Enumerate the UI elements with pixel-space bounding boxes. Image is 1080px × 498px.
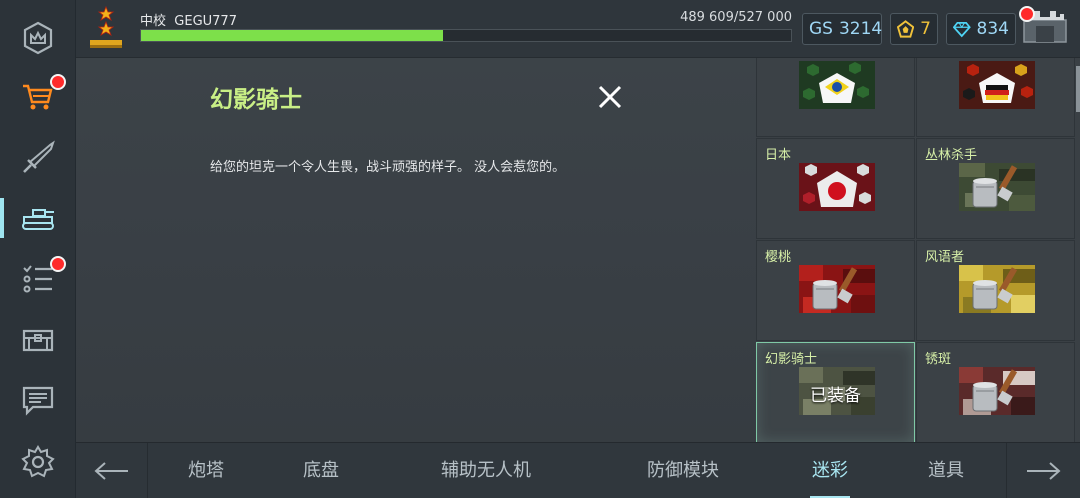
- gem-currency[interactable]: 834: [946, 13, 1016, 45]
- sword-icon: [23, 140, 55, 173]
- item-detail-panel: 幻影骑士 给您的坦克一个令人生畏，战斗顽强的样子。 没人会惹您的。: [76, 58, 756, 442]
- xp-progress-bar: [140, 29, 792, 42]
- windtalker-paint-thumbnail: [959, 265, 1035, 313]
- sidebar-item-tanks[interactable]: [0, 190, 76, 246]
- japan-paint-thumbnail: [799, 163, 875, 211]
- sidebar: [0, 0, 76, 498]
- gs-value: 3214: [838, 19, 883, 39]
- gs-label: GS: [809, 19, 833, 39]
- sidebar-item-weapons[interactable]: [0, 130, 76, 186]
- tab-drone[interactable]: 辅助无人机: [438, 443, 534, 498]
- grid-scrollbar[interactable]: [1076, 66, 1080, 112]
- paint-cell-brazil[interactable]: [756, 58, 915, 137]
- arrow-right-icon: [1026, 462, 1061, 480]
- paint-cell-cherry[interactable]: 樱桃: [756, 240, 915, 341]
- tab-hull[interactable]: 底盘: [301, 443, 341, 498]
- paint-cell-phantom-knight[interactable]: 幻影骑士 已装备: [756, 342, 915, 442]
- paint-cell-windtalker[interactable]: 风语者: [916, 240, 1075, 341]
- garage-button[interactable]: [1019, 6, 1070, 46]
- close-icon: [598, 85, 622, 109]
- brazil-paint-thumbnail: [799, 61, 875, 109]
- rank-label: 中校: [140, 14, 167, 29]
- paint-label: 幻影骑士: [765, 352, 818, 367]
- chat-icon: [22, 386, 54, 416]
- sidebar-item-chat[interactable]: [0, 372, 76, 428]
- item-title: 幻影骑士: [210, 87, 302, 113]
- paint-cell-japan[interactable]: 日本: [756, 138, 915, 239]
- top-bar: 中校 GEGU777 489 609/527 000 GS 3214 7 834: [76, 0, 1080, 58]
- next-tab-button[interactable]: [1006, 443, 1078, 498]
- germany-paint-thumbnail: [959, 61, 1035, 109]
- paint-cell-germany[interactable]: [916, 58, 1075, 137]
- gear-score-display: GS 3214: [802, 13, 882, 45]
- paint-label: 风语者: [925, 250, 965, 265]
- rank-insignia-icon: [90, 5, 122, 48]
- crate-icon: [22, 329, 54, 352]
- close-button[interactable]: [591, 78, 629, 116]
- paint-cell-jungle[interactable]: 丛林杀手: [916, 138, 1075, 239]
- category-tab-bar: 炮塔 底盘 辅助无人机 防御模块 迷彩 道具: [76, 442, 1080, 498]
- paint-label: 丛林杀手: [925, 148, 978, 163]
- rust-paint-thumbnail: [959, 367, 1035, 415]
- xp-progress-fill: [141, 30, 443, 41]
- item-description: 给您的坦克一个令人生畏，战斗顽强的样子。 没人会惹您的。: [210, 160, 566, 175]
- paint-label: 樱桃: [765, 250, 792, 265]
- sidebar-item-containers[interactable]: [0, 312, 76, 368]
- cherry-paint-thumbnail: [799, 265, 875, 313]
- previous-tab-button[interactable]: [76, 443, 148, 498]
- tank-icon: [22, 209, 54, 230]
- gems-value: 834: [976, 19, 1009, 39]
- sidebar-item-missions[interactable]: [0, 250, 76, 306]
- paint-label: 锈斑: [925, 352, 952, 367]
- arrow-left-icon: [93, 462, 128, 480]
- gold-pentagon-icon: [897, 20, 915, 38]
- sidebar-item-settings[interactable]: [0, 434, 76, 490]
- username: GEGU777: [174, 14, 237, 29]
- paint-cell-rust[interactable]: 锈斑: [916, 342, 1075, 442]
- sidebar-item-shop[interactable]: [0, 68, 76, 124]
- tab-protection-module[interactable]: 防御模块: [644, 443, 722, 498]
- paint-label: 日本: [765, 148, 792, 163]
- diamond-icon: [953, 21, 971, 38]
- gold-value: 7: [920, 19, 931, 39]
- tab-paints[interactable]: 迷彩: [810, 443, 850, 498]
- garage-notification-badge: [1019, 6, 1035, 22]
- tab-turret[interactable]: 炮塔: [186, 443, 226, 498]
- player-name: 中校 GEGU777: [140, 10, 237, 29]
- jungle-paint-thumbnail: [959, 163, 1035, 211]
- missions-notification-badge: [50, 256, 66, 272]
- paint-grid: 日本 丛林杀手 樱桃 风语者 幻影骑士 已装备 锈斑: [756, 58, 1080, 442]
- crown-hexagon-icon: [23, 21, 53, 55]
- equipped-badge: 已装备: [810, 386, 861, 406]
- gear-icon: [21, 445, 55, 478]
- tab-supplies[interactable]: 道具: [926, 443, 966, 498]
- gold-currency[interactable]: 7: [890, 13, 938, 45]
- shop-notification-badge: [50, 74, 66, 90]
- xp-text: 489 609/527 000: [680, 10, 792, 25]
- sidebar-item-home[interactable]: [0, 10, 76, 66]
